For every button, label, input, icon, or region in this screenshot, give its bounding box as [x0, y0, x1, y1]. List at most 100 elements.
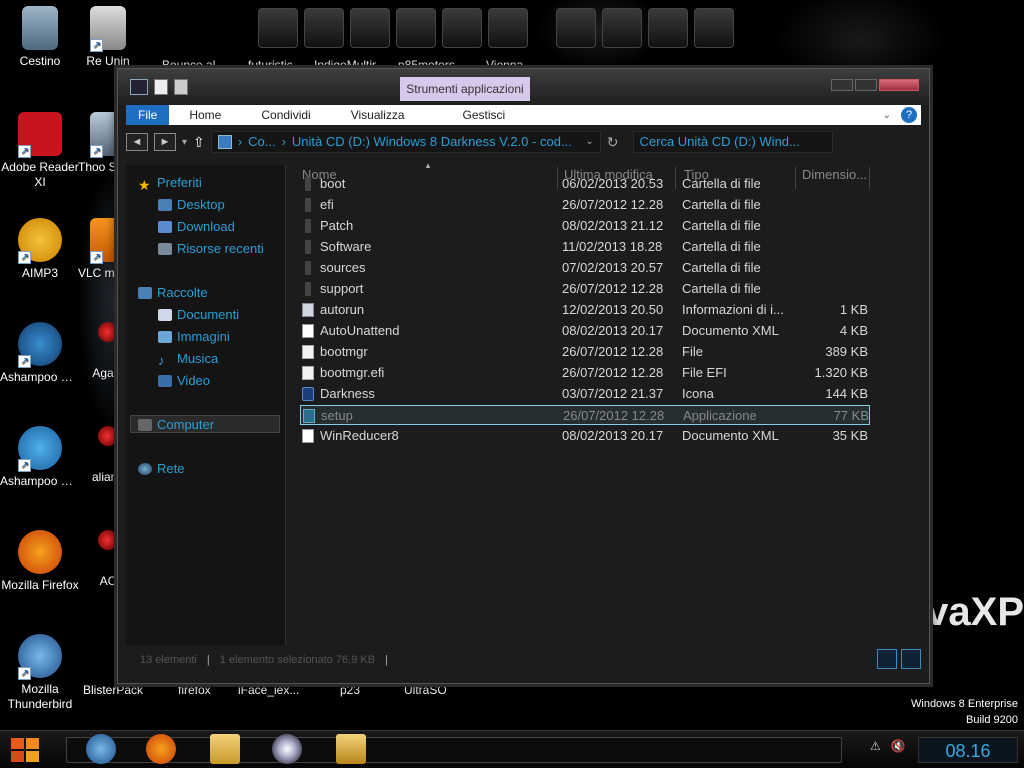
back-button[interactable]: ◄: [126, 133, 148, 151]
clock[interactable]: 08.16: [918, 737, 1018, 763]
desktop-icon-ashampoo-1[interactable]: ↗ Ashampoo Burning ...: [0, 322, 80, 385]
desktop-icon-aimp3[interactable]: ↗ AIMP3: [0, 218, 80, 281]
desktop-icon-ashampoo-2[interactable]: ↗ Ashampoo Burning ...: [0, 426, 80, 489]
search-input[interactable]: Cerca Unità CD (D:) Wind...: [632, 131, 833, 153]
dock-monitor-icon[interactable]: [258, 8, 298, 48]
up-arrow-icon[interactable]: ⇧: [193, 134, 205, 151]
desktop-icon-iface[interactable]: iFace_iex...: [238, 683, 299, 697]
desktop-icon-blisterpack[interactable]: BlisterPack: [83, 683, 143, 697]
desktop-icon-label: Re Unin: [86, 54, 130, 68]
app-file-icon: [303, 409, 315, 423]
tab-home[interactable]: Home: [169, 105, 241, 125]
tab-view[interactable]: Visualizza: [331, 105, 425, 125]
taskbar-explorer-icon[interactable]: [210, 734, 240, 764]
taskbar-thunderbird-icon[interactable]: [86, 734, 116, 764]
breadcrumb-computer[interactable]: Co...: [248, 132, 275, 152]
file-row[interactable]: Darkness 03/07/2012 21.37 Icona 144 KB: [300, 384, 870, 404]
start-button[interactable]: [8, 735, 42, 765]
xml-file-icon: [302, 324, 314, 338]
nav-desktop[interactable]: Desktop: [158, 197, 225, 212]
nav-pictures[interactable]: Immagini: [158, 329, 230, 344]
dock-recycle-icon[interactable]: [694, 8, 734, 48]
details-view-icon[interactable]: [877, 649, 897, 669]
forward-button[interactable]: ►: [154, 133, 176, 151]
address-dropdown-icon[interactable]: ⌄: [585, 132, 593, 152]
desktop-icon-ultraiso[interactable]: UltraSO: [404, 683, 447, 697]
file-type: File EFI: [682, 365, 727, 380]
dock-speaker-icon[interactable]: [396, 8, 436, 48]
help-icon[interactable]: ?: [901, 107, 917, 123]
file-row[interactable]: bootmgr 26/07/2012 12.28 File 389 KB: [300, 342, 870, 362]
file-row[interactable]: setup 26/07/2012 12.28 Applicazione 77 KB: [300, 405, 870, 425]
file-row[interactable]: autorun 12/02/2013 20.50 Informazioni di i…: [300, 300, 870, 320]
dock-network-icon[interactable]: [304, 8, 344, 48]
minimize-button[interactable]: [831, 79, 853, 91]
nav-download[interactable]: Download: [158, 219, 235, 234]
nav-network[interactable]: Rete: [138, 461, 184, 476]
desktop-icon-revo[interactable]: ↗ Re Unin: [78, 6, 138, 69]
dock-mixer-icon[interactable]: [488, 8, 528, 48]
window-menu-icon[interactable]: [130, 79, 148, 95]
file-row[interactable]: Patch 08/02/2013 21.12 Cartella di file: [300, 216, 870, 236]
dock-ie-icon[interactable]: [556, 8, 596, 48]
tab-share[interactable]: Condividi: [241, 105, 330, 125]
tab-manage[interactable]: Gestisci: [443, 105, 526, 125]
desktop-icon-adobe-reader[interactable]: ↗ Adobe Reader XI: [0, 112, 80, 190]
libraries-icon: [138, 286, 152, 299]
file-size: 77 KB: [833, 408, 869, 423]
nav-computer[interactable]: Computer: [138, 417, 214, 432]
nav-recent[interactable]: Risorse recenti: [158, 241, 264, 256]
taskbar-archive-icon[interactable]: [336, 734, 366, 764]
file-row[interactable]: sources 07/02/2013 20.57 Cartella di file: [300, 258, 870, 278]
file-row[interactable]: Software 11/02/2013 18.28 Cartella di file: [300, 237, 870, 257]
dock-shirt-icon[interactable]: [602, 8, 642, 48]
desktop-icon-thunderbird[interactable]: ↗ Mozilla Thunderbird: [0, 634, 80, 712]
file-name: Software: [320, 239, 372, 254]
video-icon: [158, 374, 172, 387]
title-bar[interactable]: Strumenti applicazioni: [118, 69, 929, 105]
maximize-button[interactable]: [855, 79, 877, 91]
file-date: 03/07/2012 21.37: [562, 386, 664, 401]
desktop-icon-p23[interactable]: p23: [340, 683, 360, 697]
file-row[interactable]: efi 26/07/2012 12.28 Cartella di file: [300, 195, 870, 215]
file-name: Darkness: [320, 386, 375, 401]
nav-favorites[interactable]: ★ Preferiti: [138, 175, 202, 193]
new-folder-icon[interactable]: [174, 79, 188, 95]
recent-locations-icon[interactable]: ▾: [182, 137, 187, 148]
properties-icon[interactable]: [154, 79, 168, 95]
desktop-icon-recycle-bin[interactable]: Cestino: [0, 6, 80, 69]
context-tab-application-tools[interactable]: Strumenti applicazioni: [400, 77, 530, 101]
desktop-icon-firefox-2[interactable]: firefox: [178, 683, 211, 697]
file-row[interactable]: WinReducer8 08/02/2013 20.17 Documento XML…: [300, 426, 870, 446]
breadcrumb-drive[interactable]: Unità CD (D:) Windows 8 Darkness V.2.0 -…: [292, 132, 572, 152]
nav-documents[interactable]: Documenti: [158, 307, 239, 322]
dock-speaker2-icon[interactable]: [442, 8, 482, 48]
file-row[interactable]: support 26/07/2012 12.28 Cartella di file: [300, 279, 870, 299]
tab-file[interactable]: File: [126, 105, 170, 125]
refresh-icon[interactable]: ↻: [607, 134, 619, 151]
file-type: Applicazione: [683, 408, 757, 423]
file-row[interactable]: bootmgr.efi 26/07/2012 12.28 File EFI 1.320…: [300, 363, 870, 383]
close-button[interactable]: [879, 79, 919, 91]
address-bar[interactable]: › Co... › Unità CD (D:) Windows 8 Darkne…: [210, 131, 601, 153]
file-row[interactable]: AutoUnattend 08/02/2013 20.17 Documento XM…: [300, 321, 870, 341]
nav-video[interactable]: Video: [158, 373, 210, 388]
pictures-icon: [158, 330, 172, 343]
volume-muted-icon[interactable]: 🔇: [891, 739, 906, 753]
desktop-icon-firefox[interactable]: Mozilla Firefox: [0, 530, 80, 593]
folder-icon: [305, 177, 311, 191]
nav-music[interactable]: ♪ Musica: [158, 351, 218, 368]
file-row[interactable]: boot 06/02/2013 20.53 Cartella di file: [300, 174, 870, 194]
expand-ribbon-icon[interactable]: ⌄: [883, 110, 891, 121]
dock-folder-icon[interactable]: [350, 8, 390, 48]
folder-icon: [305, 219, 311, 233]
taskbar-disc-icon[interactable]: [272, 734, 302, 764]
large-icons-view-icon[interactable]: [901, 649, 921, 669]
nav-libraries[interactable]: Raccolte: [138, 285, 208, 300]
dock-tools-icon[interactable]: [648, 8, 688, 48]
ico-file-icon: [302, 387, 314, 401]
file-size: 144 KB: [825, 386, 868, 401]
file-name: boot: [320, 176, 346, 191]
taskbar-firefox-icon[interactable]: [146, 734, 176, 764]
network-status-icon[interactable]: ⚠: [870, 739, 881, 753]
